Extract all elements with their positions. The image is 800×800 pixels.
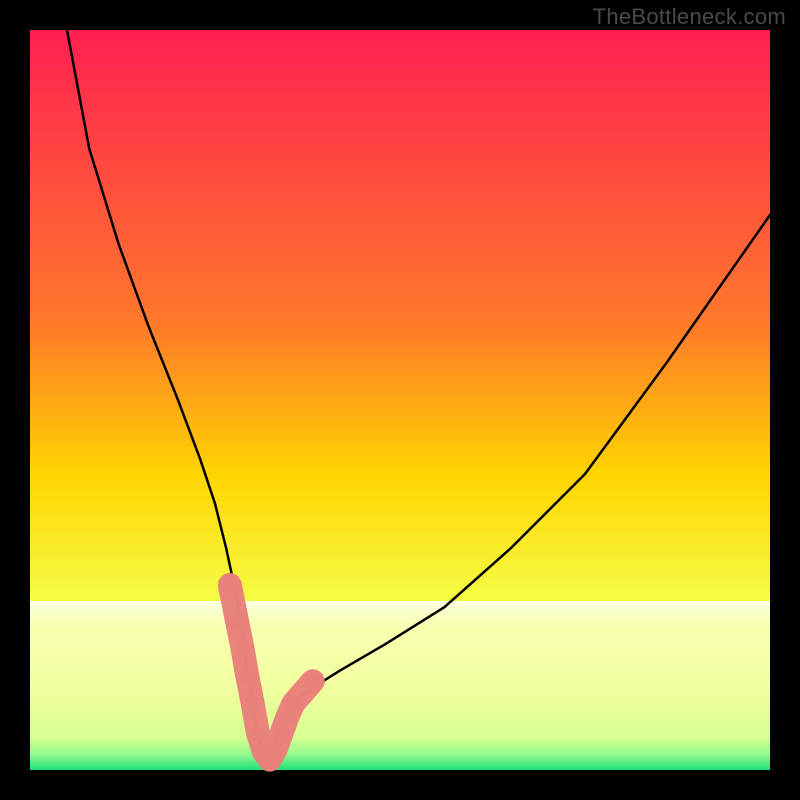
marker-right-cap-top xyxy=(305,673,321,689)
watermark-text: TheBottleneck.com xyxy=(593,4,786,30)
marker-right-rise-2 xyxy=(285,695,301,711)
marker-left-bead-1 xyxy=(229,614,245,630)
chart-svg xyxy=(0,0,800,800)
bottom-band xyxy=(30,601,770,770)
marker-bottom-bead-1 xyxy=(250,725,266,741)
marker-left-bead-2 xyxy=(234,640,250,656)
chart-root: TheBottleneck.com xyxy=(0,0,800,800)
marker-left-long-mid xyxy=(245,695,261,711)
marker-left-cap-top xyxy=(222,577,238,593)
marker-left-long-top xyxy=(240,670,256,686)
marker-bottom-bead-3 xyxy=(268,741,284,757)
marker-bottom-bead-4 xyxy=(274,725,290,741)
